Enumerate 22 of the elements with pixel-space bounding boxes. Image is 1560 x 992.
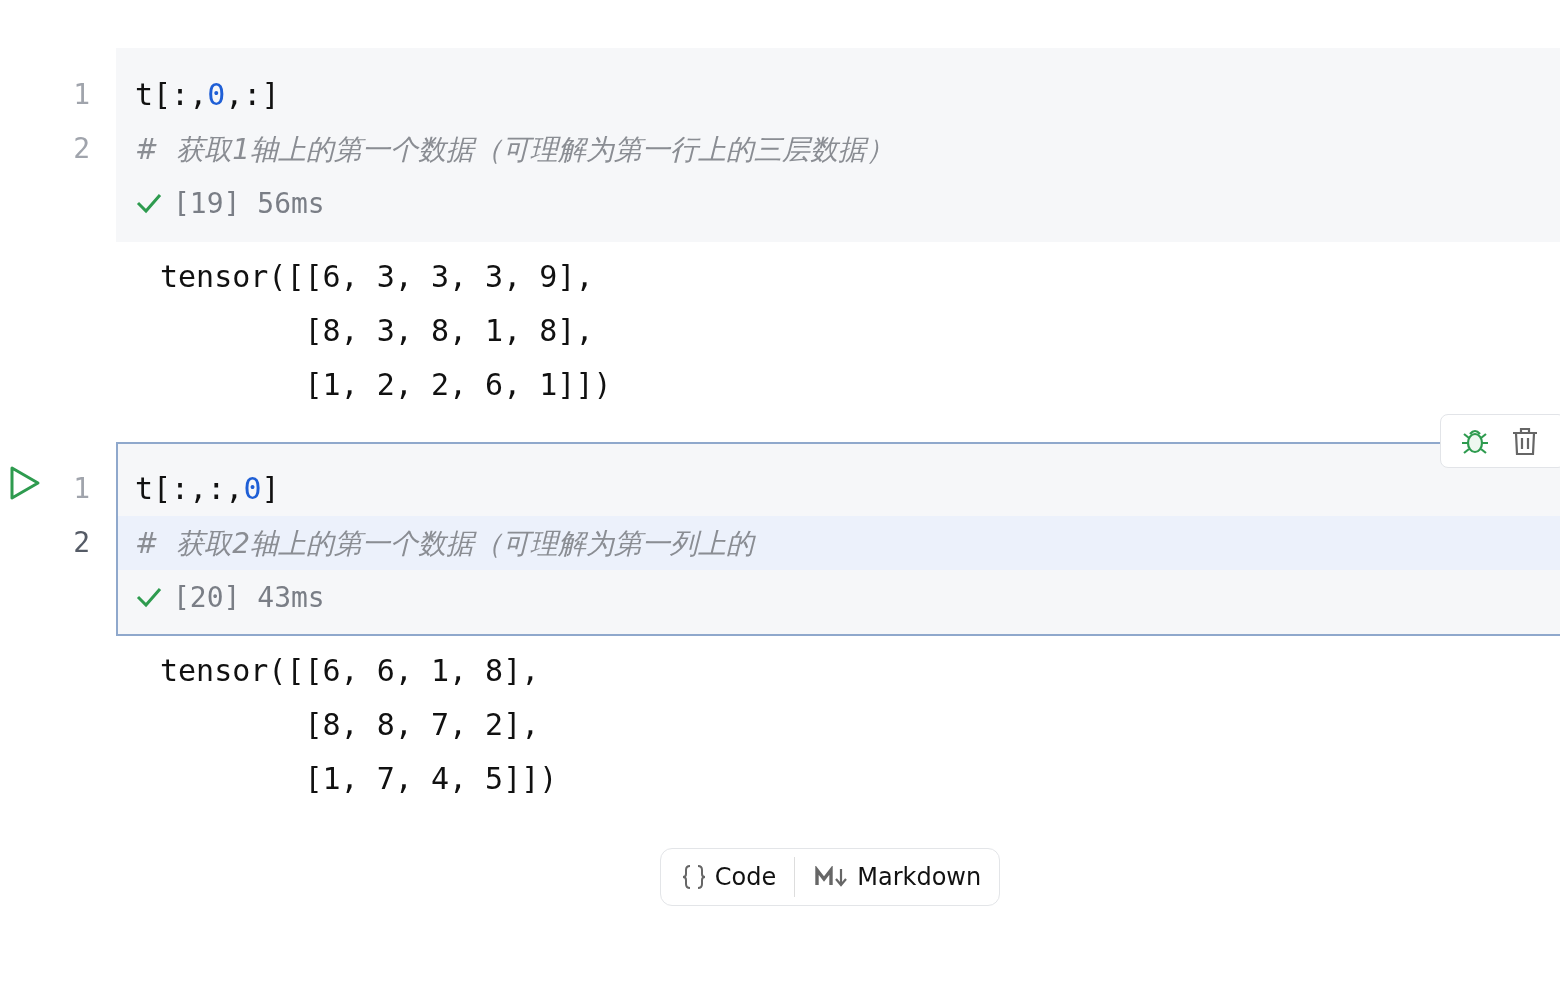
- code-line: t[:,:,0]: [134, 470, 281, 508]
- execution-info: [19] 56ms: [173, 186, 325, 220]
- code-line: # 获取1轴上的第一个数据（可理解为第一行上的三层数据）: [134, 132, 896, 168]
- output-line: [1, 7, 4, 5]]): [303, 760, 559, 798]
- output-line: [1, 2, 2, 6, 1]]): [303, 366, 613, 404]
- markdown-icon: [815, 866, 850, 888]
- output-line: [8, 3, 8, 1, 8],: [303, 312, 595, 350]
- line-number: 2: [73, 131, 90, 167]
- output-line: tensor([[6, 3, 3, 3, 9],: [160, 258, 595, 296]
- execution-info: [20] 43ms: [173, 580, 325, 614]
- line-number: 2: [73, 525, 90, 561]
- code-cell[interactable]: t[:,:,0] # 获取2轴上的第一个数据（可理解为第一列上的 [20] 43ms: [116, 442, 1560, 636]
- output-line: tensor([[6, 6, 1, 8],: [160, 652, 541, 690]
- add-cell-button[interactable]: Markdown: [795, 859, 1000, 895]
- code-line: t[:,0,:]: [134, 76, 281, 114]
- add-cell-button[interactable]: Code: [660, 859, 795, 895]
- braces-icon: [680, 864, 707, 890]
- line-number: 1: [73, 77, 90, 113]
- run-icon[interactable]: [8, 464, 42, 502]
- line-number: 1: [73, 471, 90, 507]
- code-cell[interactable]: t[:,0,:] # 获取1轴上的第一个数据（可理解为第一行上的三层数据） [19] 56ms: [116, 48, 1560, 242]
- output-line: [8, 8, 7, 2],: [303, 706, 541, 744]
